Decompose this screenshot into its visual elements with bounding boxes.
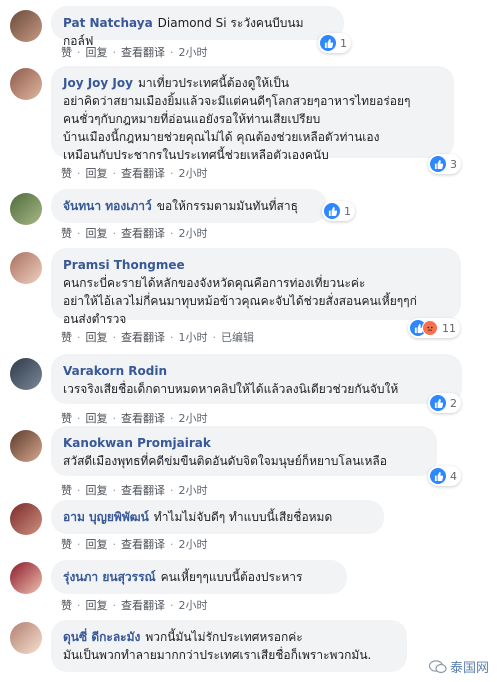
commenter-name[interactable]: รุ่งนภา ยนสุวรรณ์ (63, 570, 156, 584)
like-button[interactable]: 赞 (61, 227, 72, 240)
reply-button[interactable]: 回复 (86, 227, 108, 240)
watermark: 泰国网 (428, 657, 489, 676)
comment-bubble: Kanokwan Promjairak สวัสดีเมืองพุทธที่คดี… (51, 426, 437, 476)
commenter-name[interactable]: Pat Natchaya (63, 16, 153, 30)
timestamp[interactable]: 2小时 (179, 412, 208, 425)
like-reaction-icon (430, 156, 446, 172)
comment-bubble: อาม บุญยพิพัฒน์ ทำไมไม่จับดีๆ ทำแบบนี้เสี… (51, 500, 384, 534)
avatar[interactable] (10, 430, 42, 462)
commenter-name[interactable]: Joy Joy Joy (63, 76, 133, 90)
comment-text: คนกระบี่คะรายได้หลักของจังหวัดคุณคือการท… (63, 276, 417, 326)
reaction-count[interactable]: 4 (428, 466, 461, 486)
like-button[interactable]: 赞 (61, 167, 72, 180)
avatar[interactable] (10, 252, 42, 284)
avatar[interactable] (10, 358, 42, 390)
wechat-icon (428, 659, 447, 673)
translate-button[interactable]: 查看翻译 (121, 167, 165, 180)
like-reaction-icon (324, 203, 340, 219)
comment-bubble: Pat Natchaya Diamond Si ระวังคนบีบนมกอล์ฟ (51, 6, 344, 48)
commenter-name[interactable]: Kanokwan Promjairak (63, 436, 211, 450)
like-button[interactable]: 赞 (61, 331, 72, 344)
commenter-name[interactable]: อาม บุญยพิพัฒน์ (63, 510, 149, 524)
comment-bubble: ดุนซี่ ดีกะละมัง พวกนี้มันไม่รักประเทศหรอ… (51, 620, 407, 672)
timestamp[interactable]: 2小时 (179, 538, 208, 551)
reaction-count[interactable]: 1 (318, 33, 351, 53)
reply-button[interactable]: 回复 (86, 412, 108, 425)
comment-actions: 赞 · 回复 · 查看翻译 · 2小时 (61, 538, 208, 551)
like-reaction-icon (320, 35, 336, 51)
avatar[interactable] (10, 622, 42, 654)
timestamp[interactable]: 1小时 (179, 331, 208, 344)
reaction-count[interactable]: 1 (322, 201, 355, 221)
comment-actions: 赞 · 回复 · 查看翻译 · 2小时 (61, 412, 208, 425)
reaction-count[interactable]: 11 (408, 318, 460, 338)
comment-text: เวรจริงเสียชื่อเด็กดาบหมดหาคลิปให้ได้แล้… (63, 382, 399, 396)
like-button[interactable]: 赞 (61, 538, 72, 551)
avatar[interactable] (10, 68, 42, 100)
timestamp[interactable]: 2小时 (179, 599, 208, 612)
comment-actions: 赞 · 回复 · 查看翻译 · 2小时 (61, 167, 208, 180)
comment-bubble: จันทนา ทองเภาว์ ขอให้กรรมตามมันทันที่สาธุ (51, 189, 327, 223)
avatar[interactable] (10, 562, 42, 594)
like-reaction-icon (430, 468, 446, 484)
commenter-name[interactable]: ดุนซี่ ดีกะละมัง (63, 630, 140, 644)
like-button[interactable]: 赞 (61, 484, 72, 497)
comment-text: ทำไมไม่จับดีๆ ทำแบบนี้เสียชื่อหมด (153, 510, 333, 524)
comment-actions: 赞 · 回复 · 查看翻译 · 2小时 (61, 484, 208, 497)
comment-actions: 赞 · 回复 · 查看翻译 · 2小时 (61, 227, 208, 240)
comment-bubble: Varakorn Rodin เวรจริงเสียชื่อเด็กดาบหมดห… (51, 354, 462, 404)
timestamp[interactable]: 2小时 (179, 484, 208, 497)
translate-button[interactable]: 查看翻译 (121, 331, 165, 344)
reaction-count[interactable]: 3 (428, 154, 461, 174)
avatar[interactable] (10, 10, 42, 42)
translate-button[interactable]: 查看翻译 (121, 46, 165, 59)
translate-button[interactable]: 查看翻译 (121, 484, 165, 497)
avatar[interactable] (10, 503, 42, 535)
commenter-name[interactable]: จันทนา ทองเภาว์ (63, 199, 152, 213)
translate-button[interactable]: 查看翻译 (121, 227, 165, 240)
comment-bubble: Pramsi Thongmee คนกระบี่คะรายได้หลักของจั… (51, 248, 461, 326)
like-button[interactable]: 赞 (61, 599, 72, 612)
like-button[interactable]: 赞 (61, 46, 72, 59)
like-button[interactable]: 赞 (61, 412, 72, 425)
comment-actions: 赞 · 回复 · 查看翻译 · 2小时 (61, 46, 208, 59)
comment-actions: 赞 · 回复 · 查看翻译 · 1小时 · 已编辑 (61, 331, 254, 344)
comment-bubble: Joy Joy Joy มาเที่ยวประเทศนี้ต้องดูให้เป็… (51, 66, 454, 162)
translate-button[interactable]: 查看翻译 (121, 412, 165, 425)
watermark-text: 泰国网 (449, 661, 489, 676)
angry-reaction-icon (422, 320, 438, 336)
comment-bubble: รุ่งนภา ยนสุวรรณ์ คนเหี้ยๆๆแบบนี้ต้องประห… (51, 560, 347, 594)
avatar[interactable] (10, 193, 42, 225)
reply-button[interactable]: 回复 (86, 599, 108, 612)
commenter-name[interactable]: Pramsi Thongmee (63, 258, 185, 272)
comment-text: คนเหี้ยๆๆแบบนี้ต้องประหาร (160, 570, 303, 584)
reply-button[interactable]: 回复 (86, 484, 108, 497)
timestamp[interactable]: 2小时 (179, 227, 208, 240)
reply-button[interactable]: 回复 (86, 538, 108, 551)
reaction-count[interactable]: 2 (428, 393, 461, 413)
commenter-name[interactable]: Varakorn Rodin (63, 364, 167, 378)
edited-label[interactable]: 已编辑 (221, 331, 254, 344)
translate-button[interactable]: 查看翻译 (121, 599, 165, 612)
like-reaction-icon (430, 395, 446, 411)
reply-button[interactable]: 回复 (86, 167, 108, 180)
reply-button[interactable]: 回复 (86, 46, 108, 59)
timestamp[interactable]: 2小时 (179, 46, 208, 59)
comment-text: ขอให้กรรมตามมันทันที่สาธุ (156, 199, 298, 213)
comment-actions: 赞 · 回复 · 查看翻译 · 2小时 (61, 599, 208, 612)
comment-text: สวัสดีเมืองพุทธที่คดีข่มขืนติดอันดับจิตใ… (63, 454, 387, 468)
reply-button[interactable]: 回复 (86, 331, 108, 344)
timestamp[interactable]: 2小时 (179, 167, 208, 180)
translate-button[interactable]: 查看翻译 (121, 538, 165, 551)
